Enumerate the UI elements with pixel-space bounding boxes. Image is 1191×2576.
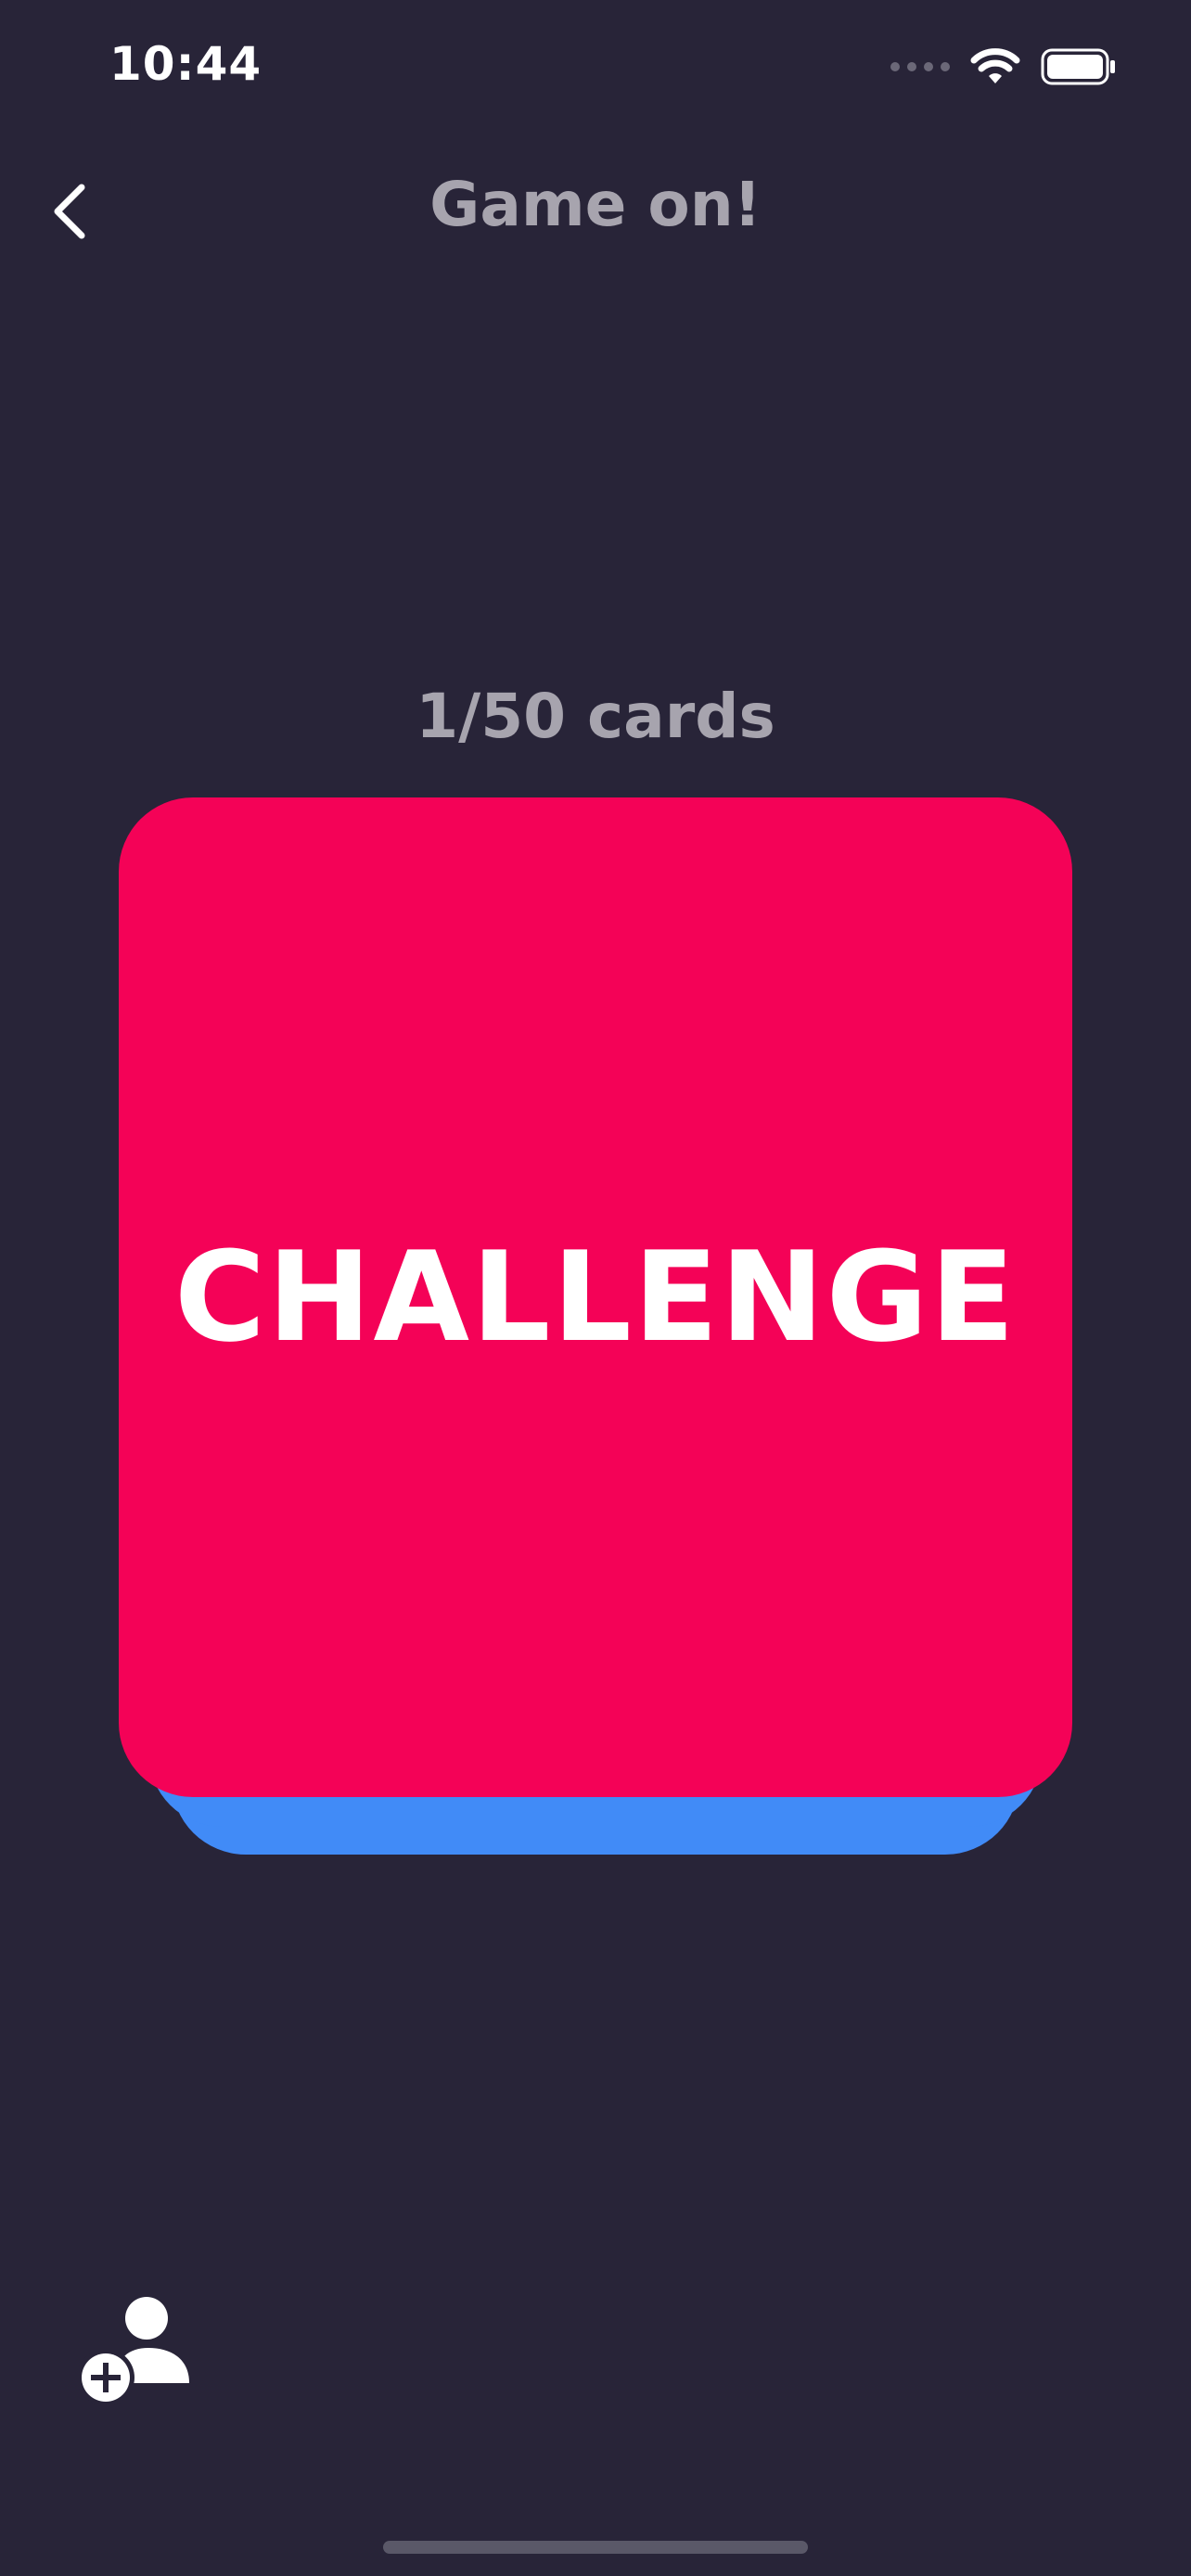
home-indicator bbox=[383, 2541, 808, 2554]
status-icons bbox=[890, 45, 1117, 89]
page-title: Game on! bbox=[429, 169, 762, 240]
battery-icon bbox=[1041, 48, 1115, 85]
wifi-icon bbox=[970, 48, 1020, 83]
signal-icon bbox=[890, 62, 950, 71]
status-time: 10:44 bbox=[109, 37, 263, 91]
add-player-button[interactable] bbox=[74, 2290, 195, 2411]
challenge-card[interactable]: CHALLENGE bbox=[119, 797, 1072, 1797]
add-person-icon bbox=[77, 2297, 189, 2406]
card-counter: 1/50 cards bbox=[416, 681, 775, 752]
card-label: CHALLENGE bbox=[173, 1225, 1018, 1370]
